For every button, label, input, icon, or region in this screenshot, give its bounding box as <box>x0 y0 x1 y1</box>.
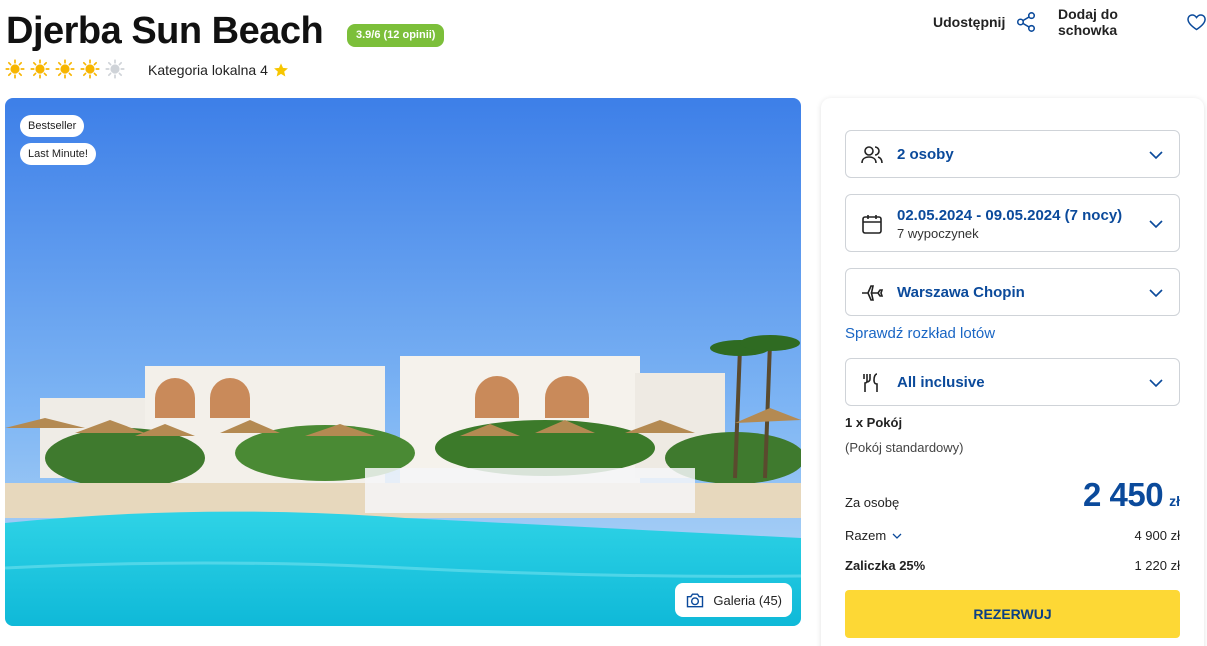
deposit-row: Zaliczka 25% 1 220 zł <box>845 558 1180 573</box>
flights-schedule-link[interactable]: Sprawdź rozkład lotów <box>845 325 995 342</box>
room-type: (Pokój standardowy) <box>845 440 964 455</box>
book-button[interactable]: REZERWUJ <box>845 590 1180 638</box>
departure-value: Warszawa Chopin <box>897 284 1025 301</box>
sun-filled-icon <box>30 59 50 79</box>
sun-rating <box>5 59 125 79</box>
price-currency: zł <box>1169 493 1180 509</box>
rating-badge[interactable]: 3.9/6 (12 opinii) <box>347 24 445 47</box>
room-count: 1 x Pokój <box>845 415 903 430</box>
sun-filled-icon <box>80 59 100 79</box>
board-value: All inclusive <box>897 374 985 391</box>
chevron-down-icon <box>892 533 902 539</box>
star-icon <box>273 63 288 77</box>
chevron-down-icon <box>1149 379 1163 388</box>
departure-select[interactable]: Warszawa Chopin <box>845 268 1180 316</box>
camera-icon <box>687 593 704 608</box>
total-label: Razem <box>845 528 887 543</box>
sun-empty-icon <box>105 59 125 79</box>
add-to-favorites-label: Dodaj do schowka <box>1058 6 1118 38</box>
per-person-label: Za osobę <box>845 495 900 510</box>
bestseller-tag: Bestseller <box>20 115 85 137</box>
total-value: 4 900 zł <box>1134 528 1180 543</box>
plane-icon <box>862 285 884 301</box>
last-minute-tag: Last Minute! <box>20 143 96 165</box>
page-title: Djerba Sun Beach <box>6 10 324 52</box>
price-amount: 2 450 <box>1083 476 1164 513</box>
cutlery-icon <box>863 373 878 392</box>
chevron-down-icon <box>1149 289 1163 298</box>
heart-icon <box>1187 14 1206 31</box>
persons-value: 2 osoby <box>897 146 954 163</box>
deposit-label: Zaliczka 25% <box>845 558 926 573</box>
calendar-icon <box>862 215 882 234</box>
add-to-favorites-button[interactable]: Dodaj do schowka <box>1058 6 1207 38</box>
persons-select[interactable]: 2 osoby <box>845 130 1180 178</box>
total-row: Razem 4 900 zł <box>845 528 1180 543</box>
users-icon <box>861 146 883 164</box>
chevron-down-icon <box>1149 151 1163 160</box>
sun-filled-icon <box>55 59 75 79</box>
local-category: Kategoria lokalna 4 <box>148 62 289 78</box>
gallery-button[interactable]: Galeria (45) <box>675 583 792 617</box>
share-button[interactable]: Udostępnij <box>933 11 1037 33</box>
total-toggle[interactable]: Razem <box>845 528 903 543</box>
price: 2 450 zł <box>1083 476 1180 514</box>
dates-value: 02.05.2024 - 09.05.2024 (7 nocy) <box>897 207 1123 224</box>
share-icon <box>1017 12 1036 32</box>
booking-panel: 2 osoby 02.05.2024 - 09.05.2024 (7 nocy)… <box>821 98 1204 646</box>
board-select[interactable]: All inclusive <box>845 358 1180 406</box>
hotel-pool-image <box>5 98 801 626</box>
local-category-label: Kategoria lokalna 4 <box>148 62 268 78</box>
sun-filled-icon <box>5 59 25 79</box>
hotel-photo[interactable]: Bestseller Last Minute! Galeria (45) <box>5 98 801 626</box>
gallery-label: Galeria (45) <box>713 592 782 608</box>
share-label: Udostępnij <box>933 14 1006 30</box>
deposit-value: 1 220 zł <box>1134 558 1180 573</box>
dates-sub: 7 wypoczynek <box>897 226 979 241</box>
dates-select[interactable]: 02.05.2024 - 09.05.2024 (7 nocy) 7 wypoc… <box>845 194 1180 252</box>
chevron-down-icon <box>1149 220 1163 229</box>
